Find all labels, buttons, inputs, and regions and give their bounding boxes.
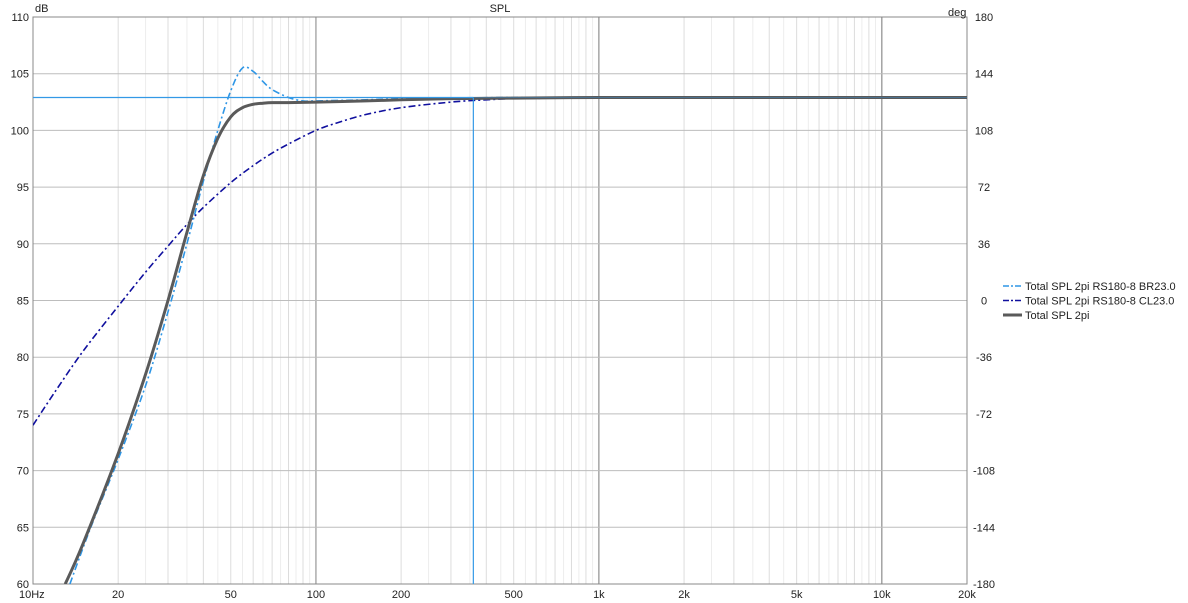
y-tick-label: 70 <box>17 466 29 478</box>
legend-label-3: Total SPL 2pi <box>1025 310 1089 322</box>
y2-tick-label: 0 <box>981 296 987 308</box>
y-tick-label: 100 <box>11 125 29 137</box>
y2-tick-label: 36 <box>978 239 990 251</box>
x-tick-label: 10k <box>873 589 891 601</box>
x-tick-label: 50 <box>225 589 237 601</box>
x-tick-label: 100 <box>307 589 325 601</box>
legend-label-2: Total SPL 2pi RS180-8 CL23.0 <box>1025 296 1174 308</box>
y2-axis-label: deg <box>948 7 966 19</box>
y2-tick-label: 180 <box>975 12 993 24</box>
y-tick-label: 60 <box>17 579 29 591</box>
spl-chart: 10Hz 20 50 100 200 500 1k 2k 5k 10k 20k60657075808… <box>0 0 1188 603</box>
y2-tick-label: 144 <box>975 69 993 81</box>
y-tick-label: 65 <box>17 522 29 534</box>
y-axis-label: dB <box>35 3 48 15</box>
x-tick-label: 500 <box>505 589 523 601</box>
y2-tick-label: -36 <box>976 352 992 364</box>
x-tick-label: 2k <box>678 589 690 601</box>
y2-tick-label: -180 <box>973 579 995 591</box>
x-tick-label: 1k <box>593 589 605 601</box>
y-tick-label: 80 <box>17 352 29 364</box>
y-tick-label: 110 <box>11 12 29 24</box>
y2-tick-label: -72 <box>976 409 992 421</box>
y2-tick-label: 72 <box>978 182 990 194</box>
legend-label-1: Total SPL 2pi RS180-8 BR23.0 <box>1025 281 1176 293</box>
y-tick-label: 75 <box>17 409 29 421</box>
y-tick-label: 85 <box>17 296 29 308</box>
chart-background <box>0 0 1188 603</box>
x-tick-label: 20 <box>112 589 124 601</box>
x-tick-label: 200 <box>392 589 410 601</box>
y2-tick-label: 108 <box>975 125 993 137</box>
chart-title: SPL <box>490 3 511 15</box>
y-tick-label: 90 <box>17 239 29 251</box>
y-tick-label: 95 <box>17 182 29 194</box>
y2-tick-label: -108 <box>973 466 995 478</box>
y-tick-label: 105 <box>11 69 29 81</box>
x-tick-label: 5k <box>791 589 803 601</box>
y2-tick-label: -144 <box>973 522 995 534</box>
